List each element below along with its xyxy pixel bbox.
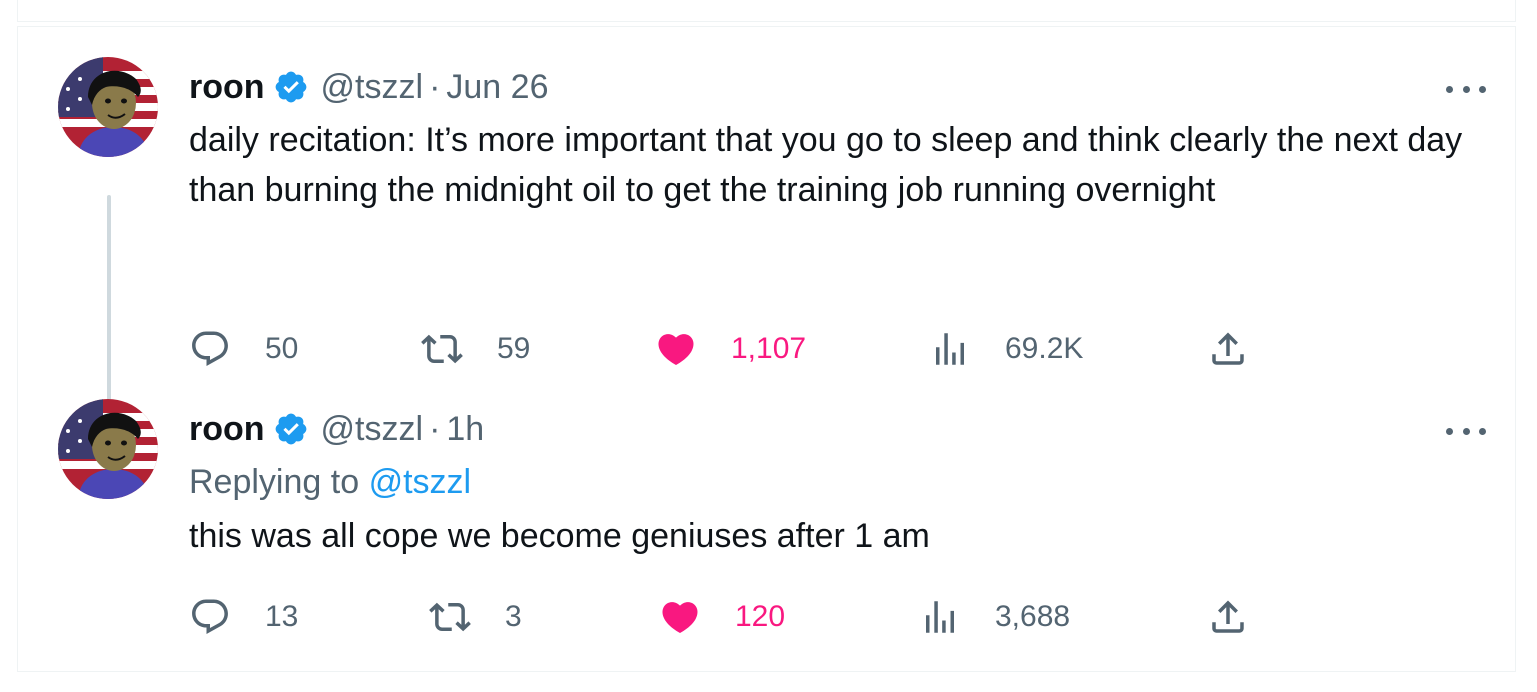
timestamp[interactable]: 1h: [446, 410, 484, 449]
more-options-icon[interactable]: [1446, 421, 1486, 441]
like-count: 1,107: [731, 332, 807, 365]
retweet-icon: [429, 596, 471, 638]
user-handle[interactable]: @tszzl: [321, 68, 424, 107]
reply-count: 50: [265, 332, 299, 365]
views-icon: [919, 596, 961, 638]
tweet-actions: 13 3 120 3,688: [189, 595, 1289, 639]
separator: ·: [429, 409, 441, 448]
retweet-count: 3: [505, 600, 522, 633]
reply-icon: [189, 328, 231, 370]
thread-container: roon @tszzl · Jun 26 daily recitation: I…: [17, 26, 1516, 672]
replying-to: Replying to @tszzl: [189, 457, 471, 507]
replying-to-mention[interactable]: @tszzl: [369, 463, 472, 501]
separator: ·: [429, 67, 441, 106]
tweet-header: roon @tszzl · 1h: [189, 407, 484, 451]
display-name[interactable]: roon: [189, 68, 265, 107]
more-options-icon[interactable]: [1446, 79, 1486, 99]
like-count: 120: [735, 600, 786, 633]
avatar[interactable]: [58, 57, 158, 157]
avatar-image: [58, 399, 158, 499]
display-name[interactable]: roon: [189, 410, 265, 449]
previous-tweet-edge: [17, 0, 1516, 22]
retweet-icon: [421, 328, 463, 370]
reply-button[interactable]: 13: [189, 595, 298, 639]
retweet-button[interactable]: 59: [421, 327, 530, 371]
heart-icon: [655, 328, 697, 370]
verified-badge-icon[interactable]: [273, 411, 309, 447]
like-button[interactable]: 1,107: [655, 327, 806, 371]
share-icon: [1207, 596, 1249, 638]
reply-count: 13: [265, 600, 299, 633]
share-button[interactable]: [1207, 595, 1249, 639]
reply-icon: [189, 596, 231, 638]
share-icon: [1207, 328, 1249, 370]
views-icon: [929, 328, 971, 370]
avatar-image: [58, 57, 158, 157]
user-handle[interactable]: @tszzl: [321, 410, 424, 449]
retweet-button[interactable]: 3: [429, 595, 522, 639]
tweet-actions: 50 59 1,107 69.2K: [189, 327, 1289, 371]
tweet-header: roon @tszzl · Jun 26: [189, 65, 548, 109]
retweet-count: 59: [497, 332, 531, 365]
heart-icon: [659, 596, 701, 638]
views-button[interactable]: 3,688: [919, 595, 1070, 639]
views-button[interactable]: 69.2K: [929, 327, 1083, 371]
reply-button[interactable]: 50: [189, 327, 298, 371]
replying-to-label: Replying to: [189, 463, 360, 501]
verified-badge-icon[interactable]: [273, 69, 309, 105]
tweet-text: daily recitation: It’s more important th…: [189, 121, 1463, 209]
like-button[interactable]: 120: [659, 595, 785, 639]
share-button[interactable]: [1207, 327, 1249, 371]
avatar[interactable]: [58, 399, 158, 499]
timestamp[interactable]: Jun 26: [446, 68, 548, 107]
thread-connector-line: [107, 195, 111, 417]
views-count: 69.2K: [1005, 332, 1084, 365]
tweet-text: this was all cope we become geniuses aft…: [189, 517, 930, 555]
views-count: 3,688: [995, 600, 1071, 633]
